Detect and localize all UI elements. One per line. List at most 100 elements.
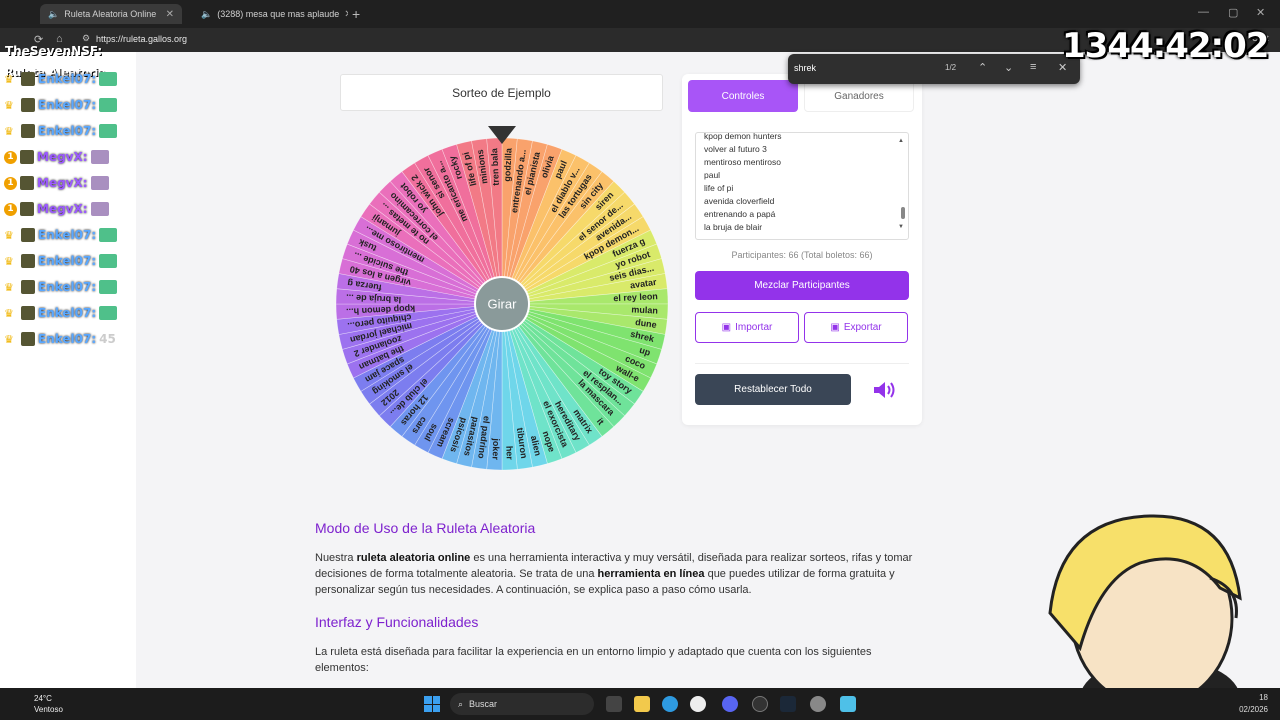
temperature: 24°C <box>34 694 52 703</box>
taskbar-search[interactable]: ⌕ Buscar <box>450 693 594 715</box>
weather-widget[interactable]: 24°C Ventoso <box>12 693 63 715</box>
chat-username: Enkel07: <box>38 306 97 320</box>
wheel-segment-label: her <box>504 446 515 461</box>
participant-line: kpop demon hunters <box>704 132 782 141</box>
user-avatar <box>21 72 35 86</box>
start-icon[interactable] <box>424 696 440 712</box>
participant-line: la bruja de blair <box>704 222 763 232</box>
import-button[interactable]: ▣ Importar <box>695 312 799 343</box>
file-explorer-icon[interactable] <box>634 696 650 712</box>
chevron-down-icon[interactable]: ⌄ <box>1004 61 1013 74</box>
obs-icon[interactable] <box>752 696 768 712</box>
stream-timer: 1344:42:02 <box>1062 26 1269 66</box>
wheel-segment-label: joker <box>490 437 501 460</box>
tier-badge-icon: 1 <box>4 150 17 164</box>
emote-icon <box>99 254 118 268</box>
chat-message: 1 MegvX: <box>4 196 134 222</box>
volume-icon[interactable] <box>872 380 896 400</box>
chevron-up-icon[interactable]: ⌃ <box>978 61 987 74</box>
chat-message: ♛ Enkel07: <box>4 66 134 92</box>
file-export-icon: ▣ <box>830 322 840 333</box>
chat-message: 1 MegvX: <box>4 170 134 196</box>
user-avatar <box>20 202 34 216</box>
tier-badge-icon: 1 <box>4 202 17 216</box>
reset-all-button[interactable]: Restablecer Todo <box>695 374 851 405</box>
edge-icon[interactable] <box>662 696 678 712</box>
export-button[interactable]: ▣ Exportar <box>804 312 908 343</box>
chat-message: ♛ Enkel07: <box>4 222 134 248</box>
speaker-icon: 🔈 <box>201 8 213 19</box>
new-tab-button[interactable]: + <box>352 6 360 22</box>
date: 02/2026 <box>1239 705 1268 714</box>
wheel-segment-label: godzilla <box>502 147 514 182</box>
crown-icon: ♛ <box>4 254 14 268</box>
ccleaner-icon[interactable] <box>690 696 706 712</box>
bold-text: ruleta aleatoria online <box>356 552 471 564</box>
tab-youtube[interactable]: 🔈 (3288) mesa que mas aplaude ✕ <box>188 4 348 24</box>
close-tab-icon[interactable]: ✕ <box>166 9 174 20</box>
wheel-pointer-icon <box>488 126 516 144</box>
chat-username: Enkel07: <box>38 280 97 294</box>
participant-line: paul <box>704 170 721 180</box>
maximize-icon[interactable]: ▢ <box>1228 6 1238 19</box>
close-tab-icon[interactable]: ✕ <box>344 9 348 20</box>
user-avatar <box>21 124 35 138</box>
participant-line: entrenando a papá <box>704 209 776 219</box>
participants-textarea[interactable]: kpop demon hunters volver al futuro 3 me… <box>695 132 909 240</box>
chat-message: ♛ Enkel07: 45 <box>4 326 134 352</box>
crown-icon: ♛ <box>4 306 14 320</box>
roulette-wheel[interactable]: godzilla entrenando a... el pianista olivia… <box>334 136 670 472</box>
participant-line: volver al futuro 3 <box>704 144 767 154</box>
app-icon[interactable] <box>840 696 856 712</box>
scroll-down-icon[interactable]: ▼ <box>898 221 904 234</box>
settings-icon[interactable] <box>810 696 826 712</box>
raffle-title[interactable]: Sorteo de Ejemplo <box>340 74 663 111</box>
weather-label: Ventoso <box>34 705 63 714</box>
import-label: Importar <box>735 322 773 333</box>
user-avatar <box>20 150 34 164</box>
crown-icon: ♛ <box>4 228 14 242</box>
wheel-graphic[interactable]: godzillaentrenando a...el pianistaolivia… <box>334 136 670 472</box>
emote-icon <box>99 72 118 86</box>
tab-ruleta[interactable]: 🔈 Ruleta Aleatoria Online ✕ <box>40 4 182 24</box>
user-avatar <box>20 176 34 190</box>
chat-username: Enkel07: <box>38 72 97 86</box>
chat-message: ♛ Enkel07: <box>4 92 134 118</box>
discord-icon[interactable] <box>722 696 738 712</box>
user-avatar <box>21 332 35 346</box>
time: 18 <box>1259 693 1268 702</box>
site-info-icon[interactable]: ⚙ <box>82 33 90 44</box>
find-input[interactable]: shrek <box>794 63 816 73</box>
task-view-icon[interactable] <box>606 696 622 712</box>
tab-controles[interactable]: Controles <box>688 80 798 112</box>
control-panel: Controles Ganadores kpop demon hunters v… <box>682 74 922 425</box>
crown-icon: ♛ <box>4 98 14 112</box>
steam-icon[interactable] <box>780 696 796 712</box>
tab-title: (3288) mesa que mas aplaude <box>217 9 340 19</box>
minimize-icon[interactable]: — <box>1198 6 1209 18</box>
browser-tab-bar: 🔈 Ruleta Aleatoria Online ✕ 🔈 (3288) mes… <box>0 0 1280 28</box>
chat-lines: ♛ Enkel07: ♛ Enkel07: ♛ Enkel07: 1 MegvX: 1 MegvX… <box>4 66 134 352</box>
shuffle-button[interactable]: Mezclar Participantes <box>695 271 909 300</box>
options-icon[interactable]: ≡ <box>1030 61 1036 73</box>
search-icon: ⌕ <box>458 698 464 709</box>
crown-icon: ♛ <box>4 124 14 138</box>
chat-username: MegvX: <box>37 202 88 216</box>
tab-ganadores[interactable]: Ganadores <box>804 80 914 112</box>
taskbar-clock[interactable]: 18 02/2026 <box>1236 692 1268 716</box>
participant-line: mentiroso mentiroso <box>704 157 782 167</box>
emote-icon <box>90 150 109 164</box>
chat-username: MegvX: <box>37 176 88 190</box>
chat-username: MegvX: <box>37 150 88 164</box>
url-field[interactable]: https://ruleta.gallos.org <box>96 34 187 44</box>
find-count: 1/2 <box>945 63 957 72</box>
chat-message: 1 MegvX: <box>4 144 134 170</box>
scrollbar-thumb[interactable] <box>901 207 905 219</box>
tab-title: Ruleta Aleatoria Online <box>64 9 157 19</box>
close-window-icon[interactable]: ✕ <box>1256 6 1265 19</box>
participant-line: avenida cloverfield <box>704 196 775 206</box>
scroll-up-icon[interactable]: ▲ <box>898 135 904 148</box>
taskbar: 24°C Ventoso ⌕ Buscar 18 02/2026 <box>0 688 1280 720</box>
emote-icon <box>99 306 118 320</box>
emote-icon <box>99 98 118 112</box>
